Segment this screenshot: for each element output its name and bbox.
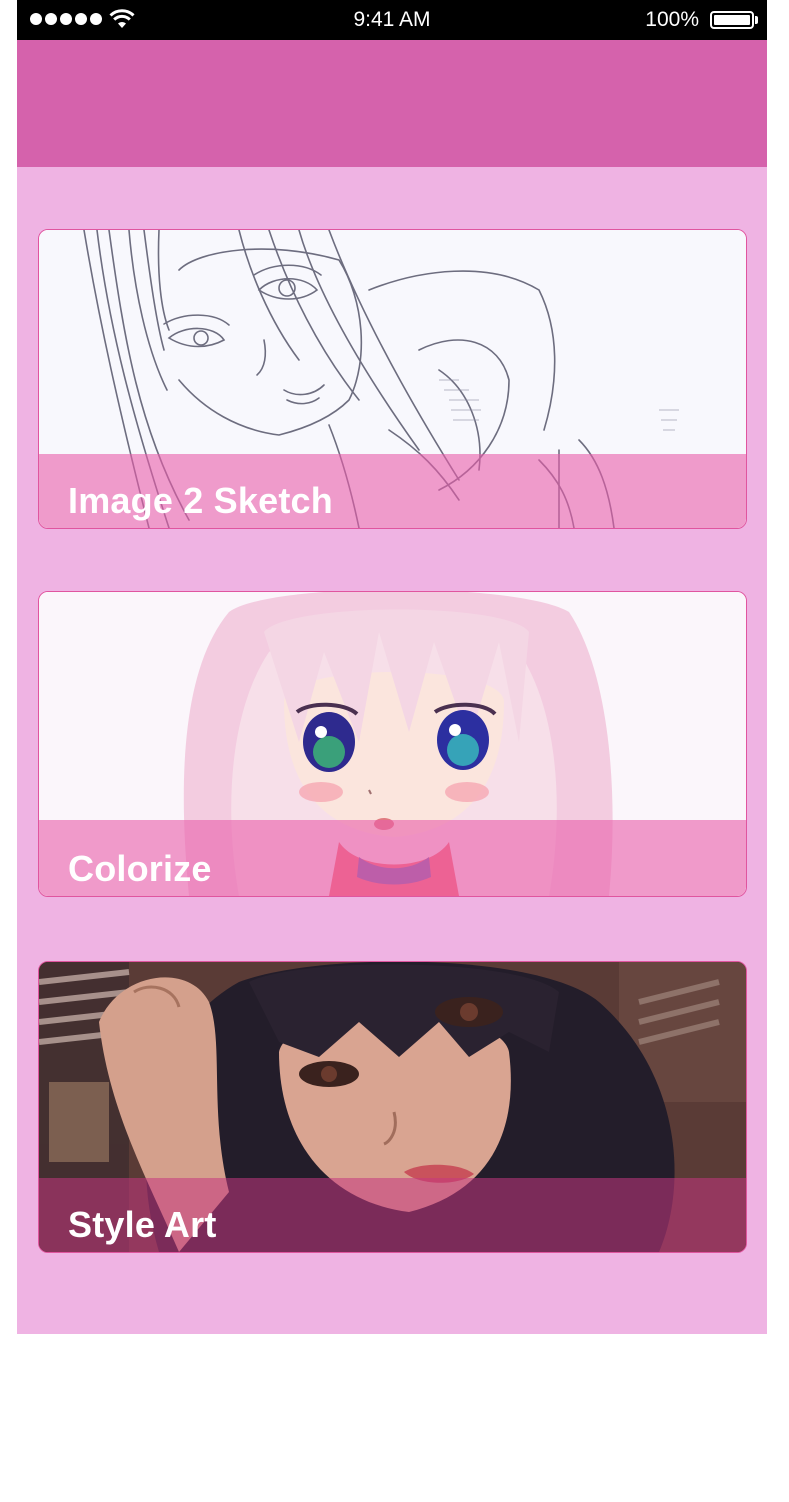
battery-percentage: 100% <box>645 8 699 31</box>
style-art-card[interactable]: Style Art <box>38 961 747 1253</box>
battery-tip <box>755 16 758 24</box>
card-title: Image 2 Sketch <box>68 480 333 521</box>
navigation-bar <box>17 40 767 167</box>
phone-screen: 9:41 AM 100% Image 2 Sketch Colorize Sty… <box>17 0 767 1334</box>
status-bar: 9:41 AM 100% <box>17 0 767 40</box>
card-title: Style Art <box>68 1204 217 1245</box>
colorize-card[interactable]: Colorize <box>38 591 747 897</box>
card-title: Colorize <box>68 848 212 889</box>
image-2-sketch-card[interactable]: Image 2 Sketch <box>38 229 747 529</box>
battery-icon <box>710 11 754 29</box>
